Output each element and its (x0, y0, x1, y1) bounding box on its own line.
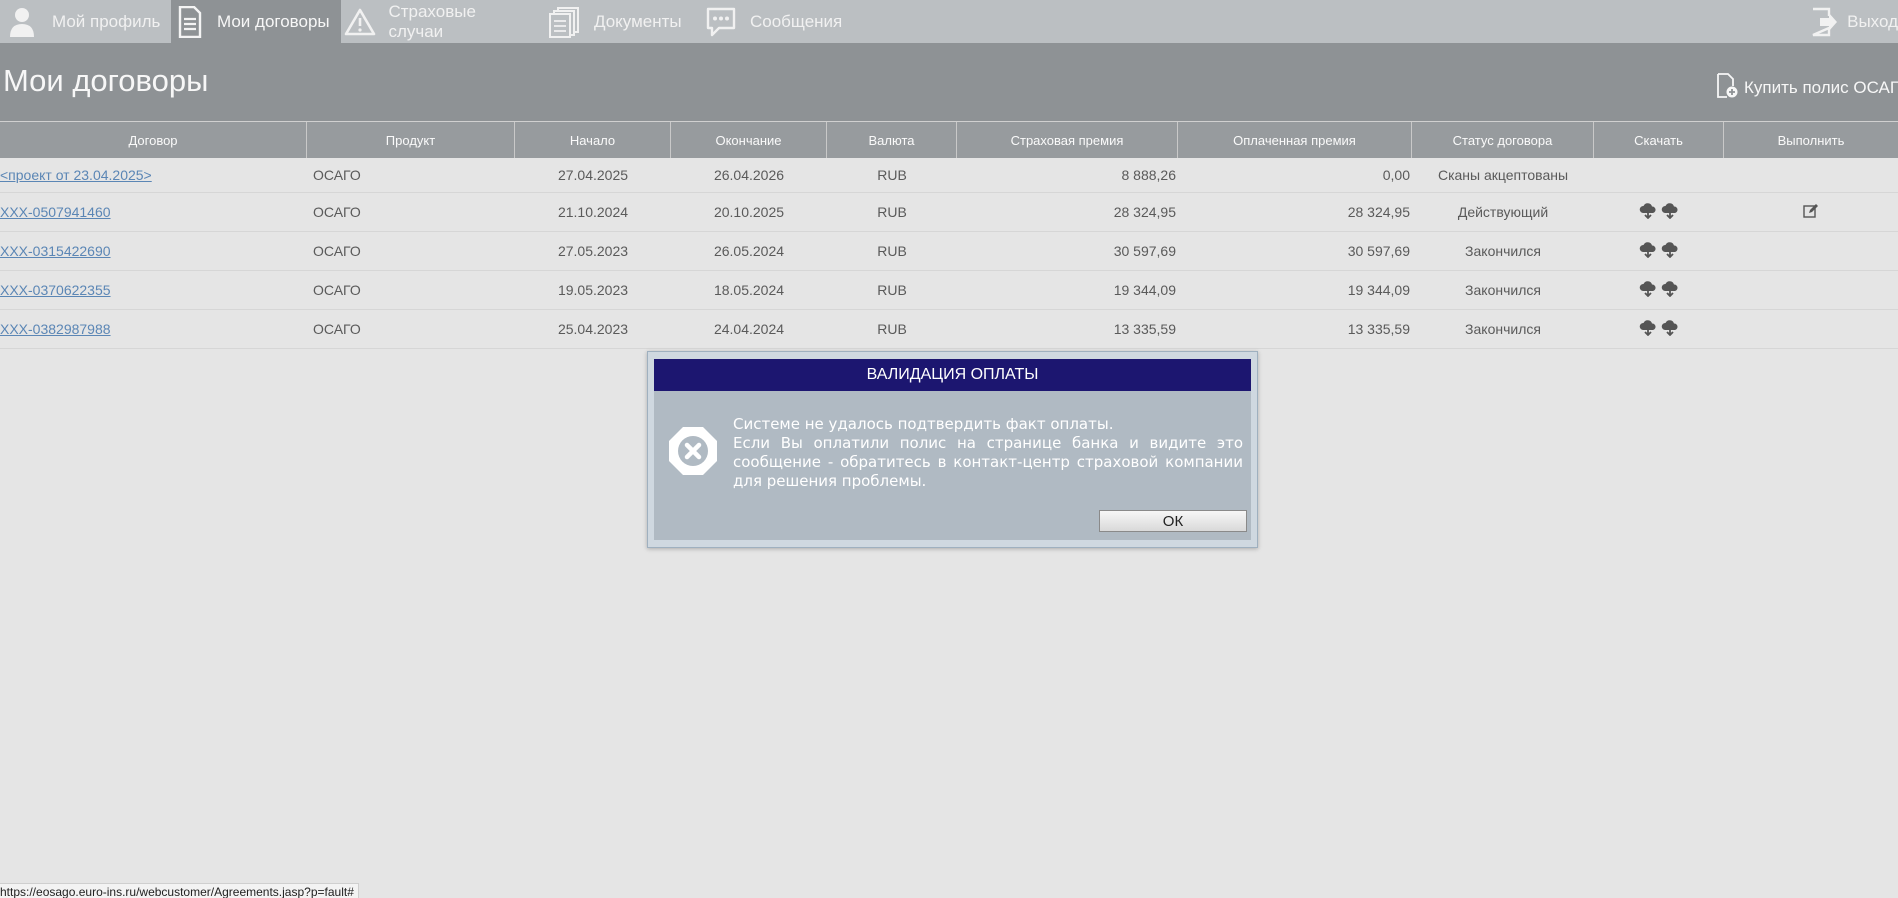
nav-item-contracts[interactable]: Мои договоры (171, 0, 341, 43)
logout-button[interactable]: Выход (1810, 0, 1898, 43)
product-cell: ОСАГО (313, 282, 361, 298)
logout-icon (1810, 7, 1839, 37)
contracts-table-header: Договор Продукт Начало Окончание Валюта … (0, 121, 1898, 158)
paid-premium-cell: 13 335,59 (1347, 321, 1410, 337)
column-header-start[interactable]: Начало (515, 122, 671, 158)
start-date-cell: 27.05.2023 (557, 243, 629, 259)
cloud-download-icon[interactable] (1661, 202, 1679, 222)
table-row: XXX-0382987988 ОСАГО 25.04.2023 24.04.20… (0, 310, 1898, 349)
premium-cell: 13 335,59 (1113, 321, 1176, 337)
status-cell: Действующий (1457, 204, 1549, 220)
cloud-download-icon[interactable] (1661, 241, 1679, 261)
status-cell: Закончился (1465, 243, 1541, 259)
top-nav: Мой профиль Мои договоры Страховые случа… (0, 0, 1898, 43)
premium-cell: 8 888,26 (1121, 166, 1177, 183)
cloud-download-icon[interactable] (1639, 241, 1657, 261)
premium-cell: 30 597,69 (1113, 243, 1176, 259)
contract-link[interactable]: XXX-0507941460 (0, 204, 111, 220)
dialog-message-line1: Системе не удалось подтвердить факт опла… (733, 415, 1114, 433)
premium-cell: 19 344,09 (1113, 282, 1176, 298)
table-row: XXX-0507941460 ОСАГО 21.10.2024 20.10.20… (0, 193, 1898, 232)
nav-item-profile[interactable]: Мой профиль (0, 0, 168, 43)
product-cell: ОСАГО (313, 243, 361, 259)
end-date-cell: 20.10.2025 (713, 204, 785, 220)
start-date-cell: 27.04.2025 (557, 166, 629, 183)
edit-icon[interactable] (1803, 203, 1819, 222)
cloud-download-icon[interactable] (1661, 319, 1679, 339)
payment-validation-dialog: ВАЛИДАЦИЯ ОПЛАТЫ Системе не удалось подт… (647, 351, 1258, 548)
cloud-download-icon[interactable] (1639, 280, 1657, 300)
page-title: Мои договоры (3, 63, 209, 98)
currency-cell: RUB (877, 204, 907, 220)
premium-cell: 28 324,95 (1113, 204, 1176, 220)
column-header-contract[interactable]: Договор (0, 122, 307, 158)
dialog-body: Системе не удалось подтвердить факт опла… (654, 391, 1251, 540)
user-icon (0, 7, 44, 37)
contract-link[interactable]: XXX-0370622355 (0, 282, 111, 298)
status-cell: Закончился (1465, 282, 1541, 298)
nav-item-label: Мой профиль (52, 11, 161, 31)
table-row: XXX-0370622355 ОСАГО 19.05.2023 18.05.20… (0, 271, 1898, 310)
ok-button[interactable]: ОК (1099, 510, 1247, 532)
product-cell: ОСАГО (313, 166, 361, 183)
start-date-cell: 25.04.2023 (557, 321, 629, 337)
nav-item-claims[interactable]: Страховые случаи (343, 0, 533, 43)
cloud-download-icon[interactable] (1639, 202, 1657, 222)
paid-premium-cell: 28 324,95 (1347, 204, 1410, 220)
currency-cell: RUB (877, 282, 907, 298)
paid-premium-cell: 30 597,69 (1347, 243, 1410, 259)
nav-item-documents[interactable]: Документы (548, 0, 686, 43)
buy-osago-button[interactable]: Купить полис ОСАГО (1716, 72, 1898, 104)
column-header-premium[interactable]: Страховая премия (957, 122, 1178, 158)
page-header: Мои договоры Купить полис ОСАГО (0, 43, 1898, 121)
column-header-product[interactable]: Продукт (307, 122, 515, 158)
nav-item-label: Мои договоры (217, 11, 330, 31)
document-icon (171, 5, 209, 38)
table-row: XXX-0315422690 ОСАГО 27.05.2023 26.05.20… (0, 232, 1898, 271)
paid-premium-cell: 0,00 (1382, 166, 1410, 183)
nav-item-messages[interactable]: Сообщения (704, 0, 854, 43)
dialog-message-line2: Если Вы оплатили полис на странице банка… (733, 434, 1243, 490)
end-date-cell: 24.04.2024 (713, 321, 785, 337)
currency-cell: RUB (877, 321, 907, 337)
new-document-icon (1716, 72, 1744, 104)
column-header-execute: Выполнить (1777, 132, 1845, 148)
nav-item-label: Страховые случаи (388, 1, 476, 41)
currency-cell: RUB (877, 166, 907, 183)
buy-osago-label: Купить полис ОСАГО (1744, 78, 1898, 97)
paid-premium-cell: 19 344,09 (1347, 282, 1410, 298)
warning-icon (343, 8, 376, 36)
nav-item-label: Документы (594, 11, 682, 31)
end-date-cell: 18.05.2024 (713, 282, 785, 298)
product-cell: ОСАГО (313, 204, 361, 220)
column-header-status[interactable]: Статус договора (1412, 122, 1594, 158)
start-date-cell: 19.05.2023 (557, 282, 629, 298)
cloud-download-icon[interactable] (1661, 280, 1679, 300)
contract-link[interactable]: XXX-0315422690 (0, 243, 111, 259)
column-header-end[interactable]: Окончание (671, 122, 827, 158)
cloud-download-icon[interactable] (1639, 319, 1657, 339)
column-header-download: Скачать (1594, 122, 1724, 158)
error-icon (668, 426, 718, 481)
dialog-title: ВАЛИДАЦИЯ ОПЛАТЫ (654, 359, 1251, 391)
column-header-currency[interactable]: Валюта (827, 122, 957, 158)
status-cell: Закончился (1465, 321, 1541, 337)
start-date-cell: 21.10.2024 (557, 204, 629, 220)
currency-cell: RUB (877, 243, 907, 259)
contract-link[interactable]: XXX-0382987988 (0, 321, 111, 337)
dialog-message: Системе не удалось подтвердить факт опла… (733, 415, 1243, 491)
nav-item-label: Сообщения (750, 11, 843, 31)
end-date-cell: 26.05.2024 (713, 243, 785, 259)
product-cell: ОСАГО (313, 321, 361, 337)
contract-link[interactable]: <проект от 23.04.2025> (0, 167, 152, 183)
message-icon (704, 6, 738, 38)
column-header-paid[interactable]: Оплаченная премия (1178, 122, 1412, 158)
end-date-cell: 26.04.2026 (713, 166, 785, 183)
browser-status-bar: https://eosago.euro-ins.ru/webcustomer/A… (0, 883, 359, 898)
documents-icon (548, 6, 582, 38)
status-cell: Сканы акцептованы (1437, 166, 1569, 183)
logout-label: Выход (1847, 11, 1898, 31)
table-row: <проект от 23.04.2025> ОСАГО 27.04.2025 … (0, 157, 1898, 193)
